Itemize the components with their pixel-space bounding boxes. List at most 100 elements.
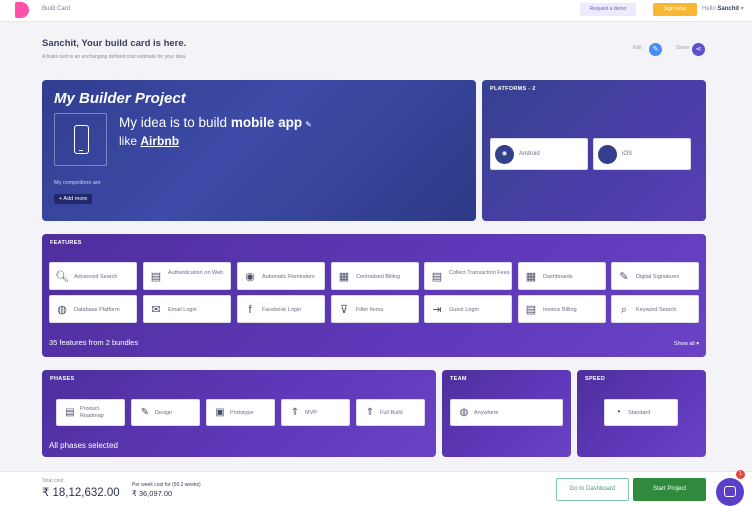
dashboard-icon: ▦ [525, 271, 537, 283]
sign-in-button[interactable]: Sign in/up [653, 3, 697, 16]
idea-statement: My idea is to build mobile app ✎ [119, 115, 312, 130]
edit-button[interactable]: ✎ [649, 43, 662, 56]
speed-label: SPEED [585, 376, 606, 382]
feature-card[interactable]: ✉ Email Login [143, 295, 231, 323]
signature-icon: ✎ [619, 271, 629, 283]
project-panel: My Builder Project My idea is to build m… [42, 80, 476, 221]
keyword-icon: ⌕ [620, 304, 628, 316]
team-value: Anywhere [474, 410, 499, 416]
page-title: Sanchit, Your build card is here. [42, 38, 187, 49]
invoice-icon: ▤ [525, 304, 537, 316]
speed-panel: SPEED ◔ Standard [577, 370, 706, 457]
platform-card-ios[interactable]: iOS [593, 138, 691, 170]
builder-logo[interactable] [15, 2, 29, 18]
feature-card[interactable]: ⇥ Guest Login [424, 295, 512, 323]
feature-label: Automatic Reminders [262, 274, 315, 280]
footer-bar: Total cost ₹ 18,12,632.00 Per week cost … [0, 471, 752, 506]
search-icon: 🔍︎ [55, 271, 69, 283]
phases-label: PHASES [50, 376, 75, 382]
feature-label: Database Platform [74, 307, 120, 313]
feature-card[interactable]: ⊽ Filter Items [331, 295, 419, 323]
like-app-link[interactable]: Airbnb [140, 134, 179, 148]
platforms-panel: PLATFORMS - 2 ◉ Android iOS [482, 80, 706, 221]
pencil-icon: ✎ [652, 46, 659, 53]
chat-badge: 1 [736, 470, 745, 479]
features-panel: FEATURES 🔍︎ Advanced Search ▤ Authentica… [42, 234, 706, 357]
start-project-button[interactable]: Start Project [633, 478, 706, 501]
platform-card-android[interactable]: ◉ Android [490, 138, 588, 170]
feature-label: Centralised Billing [356, 274, 401, 280]
phase-card[interactable]: ▤ Product Roadmap [56, 399, 125, 426]
phases-panel: PHASES ▤ Product Roadmap ✎ Design ▣ Prot… [42, 370, 436, 457]
feature-label: Digital Signatures [636, 274, 680, 280]
share-icon: ⋖ [695, 46, 702, 53]
weekly-cost-value: ₹ 36,097.00 [132, 489, 173, 498]
show-all-button[interactable]: Show all ▾ [674, 341, 699, 347]
feature-label: Advanced Search [74, 274, 118, 280]
auth-icon: ▤ [150, 271, 162, 283]
feature-card[interactable]: ▤ Invoice Billing [518, 295, 606, 323]
phase-label: Full Build [380, 410, 403, 416]
feature-label: Filter Items [356, 307, 384, 313]
email-icon: ✉ [151, 304, 161, 316]
feature-label: Facebook Login [262, 307, 302, 313]
database-icon: ◍ [57, 304, 67, 316]
user-name: Sanchit [717, 6, 740, 12]
weekly-cost-label: Per week cost for (50.2 weeks) [132, 482, 201, 488]
top-bar: Build Card Request a demo Sign in/up Hel… [0, 0, 752, 22]
feature-card[interactable]: ▦ Centralised Billing [331, 262, 419, 290]
phase-card[interactable]: ▣ Prototype [206, 399, 275, 426]
features-count: 35 features from 2 bundles [49, 338, 139, 347]
platforms-label: PLATFORMS - 2 [490, 86, 536, 92]
phase-card[interactable]: ✎ Design [131, 399, 200, 426]
share-button[interactable]: ⋖ [692, 43, 705, 56]
team-panel: TEAM ◍ Anywhere [442, 370, 571, 457]
features-label: FEATURES [50, 240, 82, 246]
feature-label: Guest Login [449, 307, 479, 313]
filter-icon: ⊽ [339, 304, 349, 316]
idea-app-type[interactable]: mobile app [231, 115, 302, 130]
feature-card[interactable]: ▤ Authentication on Web [143, 262, 231, 290]
feature-card[interactable]: ◍ Database Platform [49, 295, 137, 323]
billing-icon: ▦ [338, 271, 350, 283]
feature-card[interactable]: f Facebook Login [237, 295, 325, 323]
project-title[interactable]: My Builder Project [54, 90, 186, 107]
phase-label: Design [155, 410, 173, 416]
greeting-prefix: Hello [702, 6, 716, 12]
phase-label: Product Roadmap [80, 406, 104, 419]
feature-card[interactable]: ✎ Digital Signatures [611, 262, 699, 290]
add-more-button[interactable]: + Add more [54, 194, 93, 204]
chat-icon [724, 486, 736, 497]
design-icon: ✎ [140, 407, 150, 418]
user-menu[interactable]: Hello Sanchit ▾ [702, 5, 744, 12]
feature-card[interactable]: 🔍︎ Advanced Search [49, 262, 137, 290]
team-location-card[interactable]: ◍ Anywhere [450, 399, 563, 426]
total-cost-value: ₹ 18,12,632.00 [42, 487, 120, 499]
phase-label: Prototype [230, 410, 254, 416]
feature-label: Keyword Search [636, 307, 677, 313]
speedometer-icon: ◔ [614, 407, 622, 418]
full-build-icon: ⇑ [365, 407, 375, 418]
phase-card[interactable]: ⇑ Full Build [356, 399, 425, 426]
feature-card[interactable]: ◉ Automatic Reminders [237, 262, 325, 290]
total-cost-label: Total cost [42, 478, 64, 484]
app-type-box [54, 113, 107, 166]
phases-status: All phases selected [49, 441, 118, 450]
brand-label: Build Card [42, 6, 71, 12]
feature-label: Authentication on Web [168, 270, 224, 276]
chevron-down-icon: ▾ [740, 6, 744, 12]
go-to-dashboard-button[interactable]: Go to Dashboard [556, 478, 629, 501]
request-demo-button[interactable]: Request a demo [580, 3, 636, 16]
platform-label: Android [519, 151, 540, 157]
globe-icon: ◍ [459, 407, 469, 418]
feature-label: Invoice Billing [543, 307, 577, 313]
feature-label: Dashboards [543, 274, 573, 280]
phase-card[interactable]: ⇑ MVP [281, 399, 350, 426]
phone-icon [74, 125, 89, 154]
pencil-icon[interactable]: ✎ [305, 120, 312, 129]
chat-button[interactable] [716, 478, 744, 506]
feature-card[interactable]: ⌕ Keyword Search [611, 295, 699, 323]
speed-card[interactable]: ◔ Standard [604, 399, 678, 426]
feature-card[interactable]: ▤ Collect Transaction Fees [424, 262, 512, 290]
feature-card[interactable]: ▦ Dashboards [518, 262, 606, 290]
